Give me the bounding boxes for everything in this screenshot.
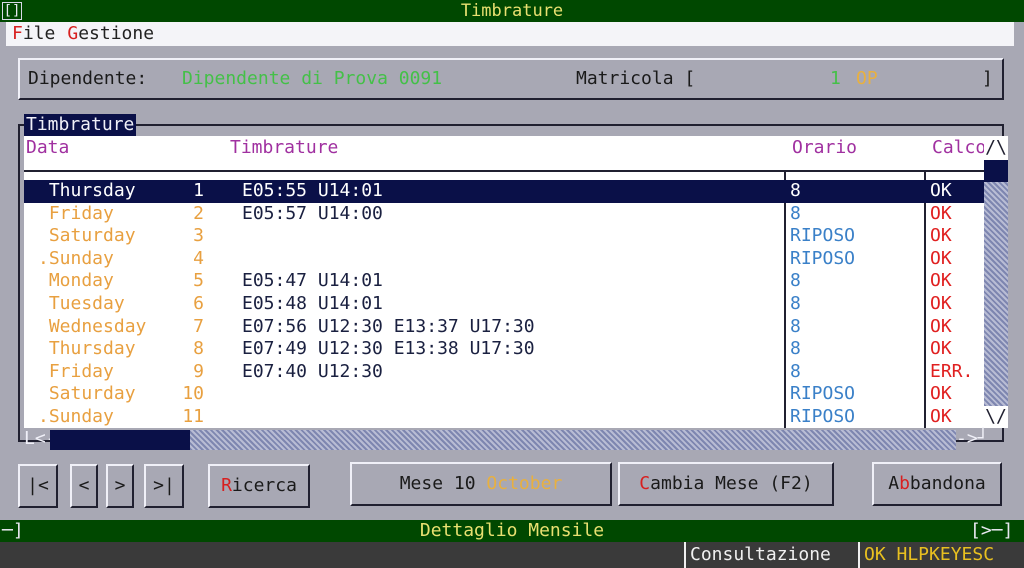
cell-calcolo: OK <box>930 225 952 247</box>
mode-indicator: Consultazione <box>684 542 831 568</box>
menu-file[interactable]: File <box>6 22 61 46</box>
scroll-left-arrow-icon[interactable]: L<- <box>24 428 57 450</box>
header-timbrature[interactable]: Timbrature <box>230 136 338 160</box>
table-row[interactable]: Tuesday 6 E05:48 U14:01 8 OK <box>24 293 984 316</box>
scroll-right-arrow-icon[interactable]: ->┘ <box>956 428 1002 450</box>
ricerca-button[interactable]: Ricerca <box>208 464 310 508</box>
month-display-button[interactable]: Mese 10 October <box>350 462 612 506</box>
vertical-scroll-track[interactable] <box>984 182 1008 406</box>
cell-calcolo: OK <box>930 202 952 224</box>
table-row[interactable]: Monday 5 E05:47 U14:01 8 OK <box>24 270 984 293</box>
cell-orario: 8 <box>790 270 801 292</box>
cell-timbrature: E05:57 U14:00 <box>242 202 383 224</box>
horizontal-scrollbar[interactable]: L<- ->┘ <box>24 428 989 450</box>
table-row[interactable]: Saturday 3 RIPOSO OK <box>24 225 984 248</box>
cell-calcolo: OK <box>930 247 952 269</box>
cell-orario: RIPOSO <box>790 406 856 427</box>
scroll-down-arrow-icon[interactable]: \/ <box>984 406 1008 428</box>
cell-date-number: 11 <box>182 406 204 427</box>
table-row[interactable]: Thursday 1 E05:55 U14:01 8 OK <box>24 180 984 203</box>
cell-calcolo: OK <box>930 270 952 292</box>
cell-calcolo: OK <box>930 180 952 201</box>
system-menu-button[interactable]: [] <box>2 2 22 20</box>
cell-orario: 8 <box>790 180 801 201</box>
table-row[interactable]: .Sunday 4 RIPOSO OK <box>24 248 984 271</box>
cell-date-number: 6 <box>193 293 204 314</box>
cell-orario: 8 <box>790 315 801 337</box>
table-row[interactable]: Wednesday 7 E07:56 U12:30 E13:37 U17:30 8 OK <box>24 316 984 339</box>
window-title: Timbrature <box>460 1 564 21</box>
timbrature-grid[interactable]: Data Timbrature Orario Calcolo Thursday1… <box>24 136 984 428</box>
cell-orario: 8 <box>790 360 801 382</box>
key-hints: OK HLPKEYESC <box>858 542 994 568</box>
table-row[interactable]: Thursday 8 E07:49 U12:30 E13:38 U17:30 8 OK <box>24 338 984 361</box>
matricola-suffix: OP <box>856 68 878 89</box>
cell-calcolo: OK <box>930 293 952 314</box>
cell-orario: RIPOSO <box>790 383 856 405</box>
scroll-up-arrow-icon[interactable]: /\ <box>984 136 1008 160</box>
cell-calcolo: OK <box>930 383 952 405</box>
cell-timbrature: E07:40 U12:30 <box>242 360 383 382</box>
cell-orario: RIPOSO <box>790 225 856 247</box>
table-row[interactable]: Saturday 10 RIPOSO OK <box>24 383 984 406</box>
table-row[interactable]: Friday 9 E07:40 U12:30 8 ERR. <box>24 361 984 384</box>
cell-calcolo: ERR. <box>930 360 974 382</box>
cell-date-number: 3 <box>193 225 204 247</box>
cell-calcolo: OK <box>930 315 952 337</box>
status-title: Dettaglio Mensile <box>419 520 605 541</box>
cell-date-number: 4 <box>193 247 204 269</box>
table-row[interactable]: .Sunday 11 RIPOSO OK <box>24 406 984 428</box>
cell-orario: 8 <box>790 202 801 224</box>
employee-name[interactable]: Dipendente di Prova 0091 <box>182 68 442 89</box>
cell-calcolo: OK <box>930 338 952 360</box>
status-bar: ─][<] Dettaglio Mensile [>─] <box>0 520 1024 563</box>
horizontal-scroll-track[interactable] <box>190 430 956 450</box>
next-record-button[interactable]: > <box>106 464 134 508</box>
cell-date-number: 7 <box>193 315 204 337</box>
first-record-button[interactable]: |< <box>18 464 58 508</box>
matricola-label: Matricola [ <box>576 68 696 89</box>
header-orario[interactable]: Orario <box>792 136 857 160</box>
cell-date-number: 9 <box>193 360 204 382</box>
cell-calcolo: OK <box>930 406 952 427</box>
cell-timbrature: E05:55 U14:01 <box>242 180 383 201</box>
menu-bar: File Gestione <box>6 22 1014 46</box>
cell-orario: 8 <box>790 293 801 314</box>
status-next-button[interactable]: [>─] <box>970 520 1024 542</box>
cell-timbrature: E07:49 U12:30 E13:38 U17:30 <box>242 338 535 360</box>
cell-timbrature: E05:48 U14:01 <box>242 293 383 314</box>
cell-date-number: 8 <box>193 338 204 360</box>
vertical-scroll-thumb[interactable] <box>984 160 1008 182</box>
matricola-bracket: ] <box>982 68 993 89</box>
employee-label: Dipendente: <box>28 68 148 89</box>
status-prev-button[interactable]: ─][<] <box>0 520 50 563</box>
table-row[interactable]: Friday 2 E05:57 U14:00 8 OK <box>24 203 984 226</box>
header-divider <box>24 170 984 172</box>
header-data[interactable]: Data <box>26 136 69 160</box>
vertical-scrollbar[interactable]: /\ \/ <box>984 136 1008 428</box>
menu-gestione[interactable]: Gestione <box>61 22 160 46</box>
cell-orario: 8 <box>790 338 801 360</box>
matricola-value[interactable]: 1 <box>830 68 841 89</box>
cell-date-number: 10 <box>182 383 204 405</box>
employee-panel: Dipendente: Dipendente di Prova 0091 Mat… <box>18 58 1004 100</box>
abbandona-button[interactable]: Abbandona <box>872 462 1002 506</box>
grid-header: Data Timbrature Orario Calcolo <box>24 136 984 160</box>
last-record-button[interactable]: >| <box>144 464 184 508</box>
cell-orario: RIPOSO <box>790 247 856 269</box>
cell-date-number: 2 <box>193 202 204 224</box>
prev-record-button[interactable]: < <box>70 464 98 508</box>
cell-timbrature: E07:56 U12:30 E13:37 U17:30 <box>242 315 535 337</box>
cell-date-number: 1 <box>193 180 204 201</box>
cell-date-number: 5 <box>193 270 204 292</box>
info-bar: Consultazione OK HLPKEYESC <box>0 542 1024 568</box>
group-title: Timbrature <box>24 114 137 136</box>
cell-timbrature: E05:47 U14:01 <box>242 270 383 292</box>
horizontal-scroll-thumb[interactable] <box>50 430 190 450</box>
header-calc[interactable]: Calcolo <box>932 136 984 160</box>
cambia-mese-button[interactable]: Cambia Mese (F2) <box>618 462 834 506</box>
window-title-bar: Timbrature <box>0 0 1024 22</box>
